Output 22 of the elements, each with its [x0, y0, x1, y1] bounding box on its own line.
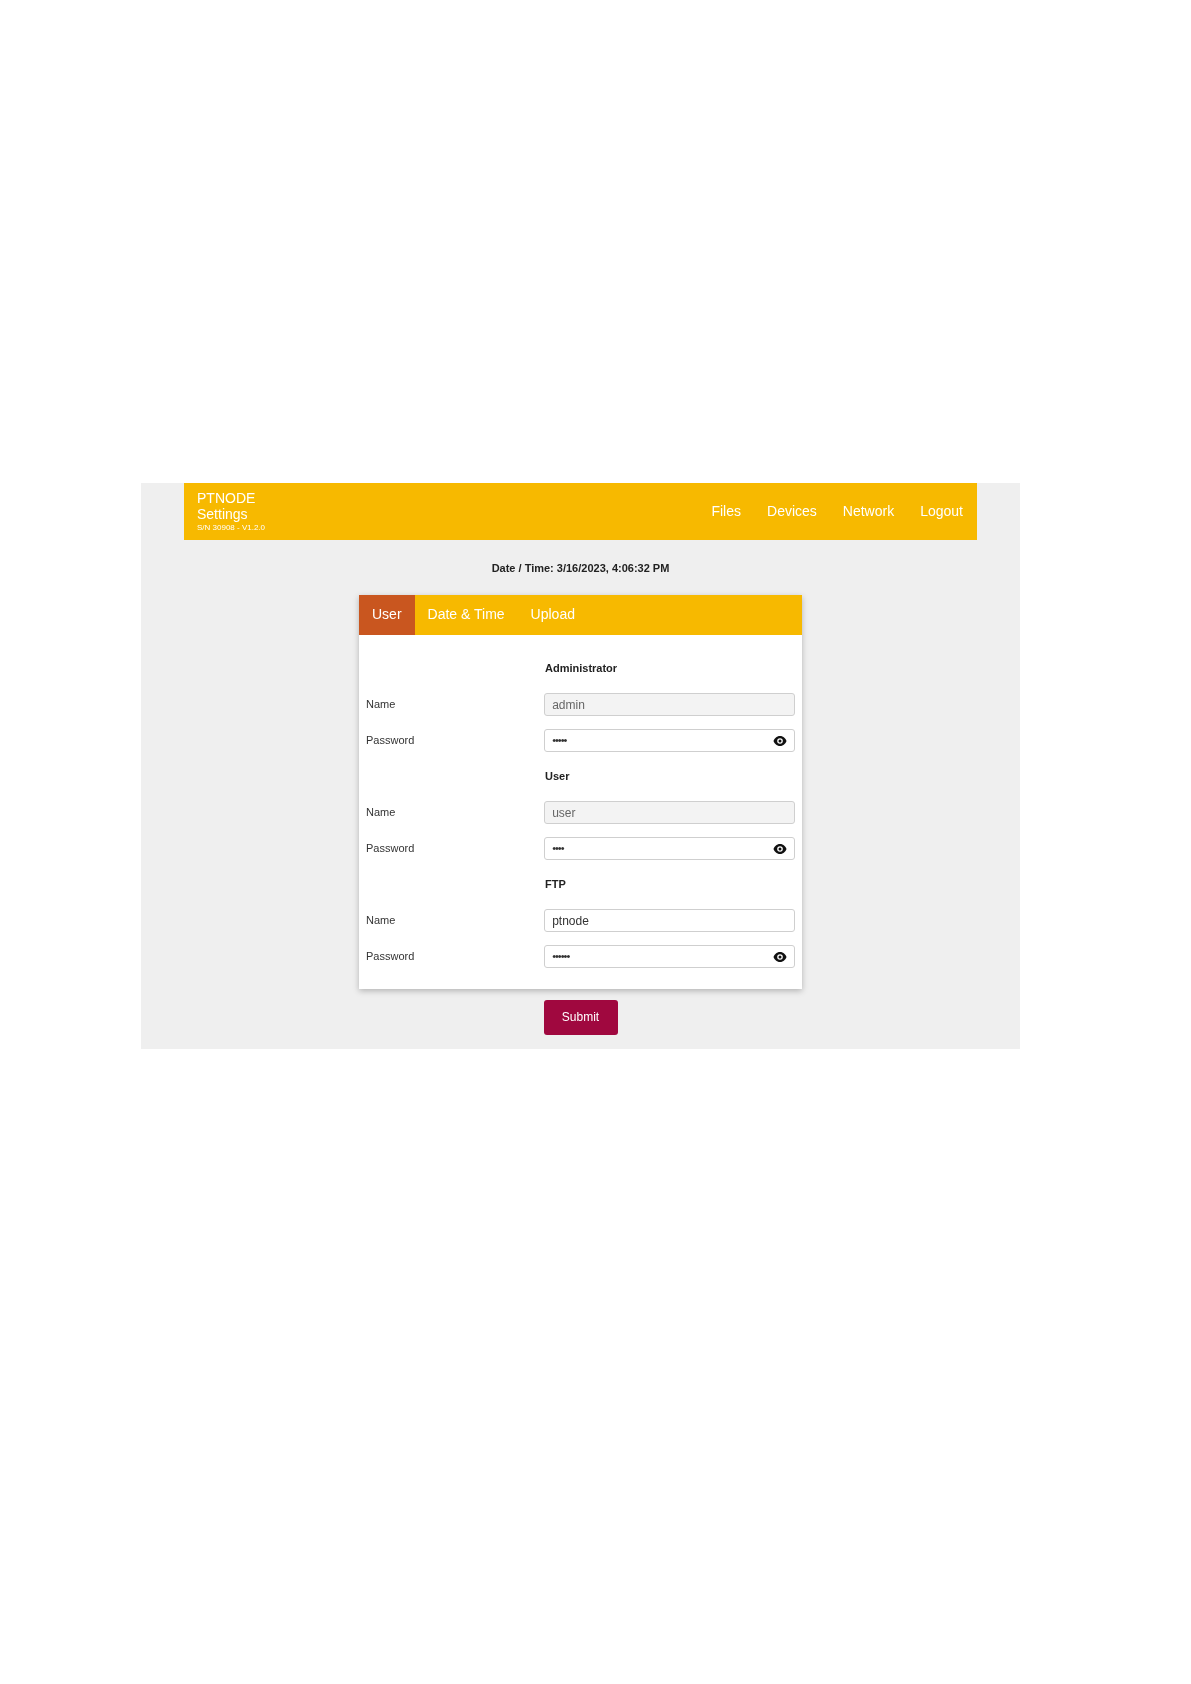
password-field[interactable]: •••••: [544, 729, 795, 752]
eye-icon[interactable]: [773, 842, 787, 855]
submit-button[interactable]: Submit: [543, 999, 618, 1035]
serial-number: S/N 30908 - V1.2.0: [197, 522, 266, 534]
text-field[interactable]: ptnode: [544, 909, 795, 932]
field-label: Name: [366, 913, 397, 929]
page-subtitle: Settings: [197, 505, 249, 522]
field-label: Password: [366, 949, 416, 965]
eye-icon[interactable]: [773, 950, 787, 963]
field-label: Name: [366, 697, 397, 713]
field-label: Name: [366, 805, 397, 821]
field-label: Password: [366, 841, 416, 857]
section-heading: Administrator: [545, 661, 618, 677]
section-heading: User: [545, 769, 570, 785]
tab[interactable]: User: [359, 594, 415, 635]
password-field[interactable]: ••••••: [544, 945, 795, 968]
password-field[interactable]: ••••: [544, 837, 795, 860]
section-heading: FTP: [545, 877, 566, 893]
app-title: PTNODE: [197, 489, 257, 506]
date-time-text: Date / Time: 3/16/2023, 4:06:32 PM: [491, 561, 670, 576]
field-label: Password: [366, 733, 416, 749]
eye-icon[interactable]: [773, 734, 787, 747]
